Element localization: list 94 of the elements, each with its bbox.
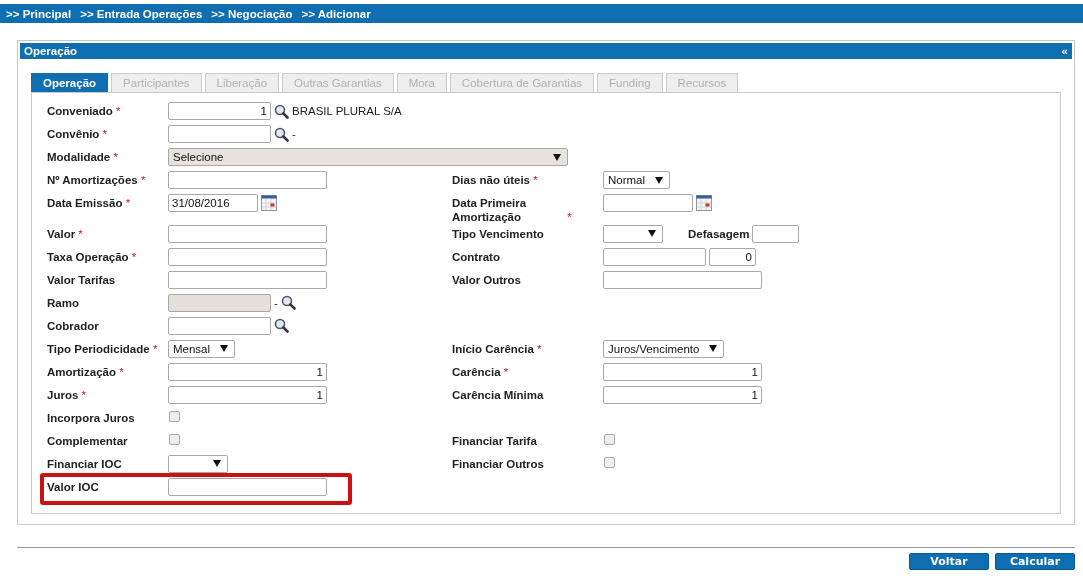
caret-icon — [220, 345, 229, 353]
field-label: Defasagem — [688, 227, 750, 240]
required-mark: * — [116, 105, 121, 117]
field-label: Data Emissão — [47, 197, 123, 211]
lookup-text: - — [292, 128, 296, 140]
lookup-text: - — [274, 296, 278, 309]
dropdown[interactable] — [168, 454, 228, 473]
input-field[interactable] — [168, 316, 271, 335]
checkbox[interactable] — [604, 433, 615, 445]
input-field[interactable]: 1 — [603, 385, 762, 404]
date-field[interactable]: 31/08/2016 — [168, 194, 258, 212]
required-mark: * — [567, 210, 572, 223]
field-label: Financiar IOC — [47, 457, 122, 472]
required-mark: * — [152, 342, 158, 355]
collapse-icon[interactable]: « — [1061, 45, 1068, 57]
dropdown[interactable] — [603, 224, 663, 243]
panel-title: Operação — [24, 45, 78, 57]
calendar-icon[interactable] — [261, 195, 277, 211]
checkbox[interactable] — [169, 433, 180, 445]
calendar-icon[interactable] — [696, 195, 712, 211]
search-icon[interactable] — [274, 103, 289, 119]
input-field[interactable]: 1 — [168, 102, 271, 120]
input-field[interactable] — [168, 171, 327, 189]
action-button[interactable]: Calcular — [995, 552, 1075, 570]
field-label: Amortização — [47, 365, 117, 380]
field-label: Convênio — [47, 128, 100, 142]
field-label: Início Carência — [452, 342, 534, 357]
field-label: Ramo — [47, 296, 79, 311]
required-mark: * — [537, 342, 542, 355]
tab[interactable]: Operação — [31, 73, 109, 92]
input-field[interactable] — [168, 125, 271, 143]
caret-icon — [655, 176, 664, 184]
dropdown[interactable]: Mensal — [168, 339, 236, 358]
field-label: Cobrador — [47, 319, 99, 334]
input-field[interactable]: 0 — [709, 247, 756, 266]
breadcrumb-link[interactable]: >> Principal — [6, 7, 72, 20]
field-label: Dias não úteis — [452, 174, 530, 188]
caret-icon — [648, 230, 656, 238]
input-field[interactable]: 1 — [168, 385, 327, 404]
required-mark: * — [533, 174, 538, 186]
checkbox[interactable] — [604, 456, 615, 468]
field-label: Complementar — [47, 434, 128, 449]
field-label: Financiar Tarifa — [452, 434, 537, 449]
field-label: Carência — [452, 365, 501, 380]
input-field[interactable]: 1 — [603, 362, 762, 381]
field-label: Valor Outros — [452, 273, 522, 288]
field-label: Valor Tarifas — [47, 273, 116, 288]
field-label: Modalidade — [47, 151, 111, 165]
input-field[interactable] — [168, 224, 327, 243]
field-label: Financiar Outros — [452, 457, 545, 472]
field-label: Valor — [47, 227, 76, 242]
input-field[interactable] — [168, 477, 327, 496]
checkbox[interactable] — [169, 410, 180, 422]
field-label: Juros — [47, 388, 79, 403]
input-field[interactable] — [168, 270, 327, 289]
search-icon[interactable] — [274, 318, 289, 334]
breadcrumb-link[interactable]: >> Adicionar — [301, 7, 371, 20]
field-label: Taxa Operação — [47, 250, 129, 265]
search-icon[interactable] — [274, 126, 289, 142]
input-field[interactable] — [752, 224, 800, 243]
field-label: Contrato — [452, 250, 500, 265]
dropdown[interactable]: Normal — [603, 171, 671, 189]
required-mark: * — [81, 388, 86, 401]
field-label: Carência Mínima — [452, 388, 544, 403]
caret-icon — [213, 460, 221, 468]
field-label: Conveniado — [47, 105, 113, 119]
dropdown[interactable]: Selecione — [168, 148, 568, 166]
field-label: Nº Amortizações — [47, 174, 138, 188]
required-mark: * — [119, 365, 124, 378]
caret-icon — [553, 153, 561, 161]
breadcrumb-link[interactable]: >> Entrada Operações — [80, 7, 203, 20]
input-field[interactable] — [603, 247, 706, 266]
action-button[interactable]: Voltar — [909, 552, 989, 570]
required-mark: * — [78, 227, 83, 240]
field-label: Incorpora Juros — [47, 411, 135, 426]
date-field[interactable] — [603, 194, 693, 212]
input-field[interactable] — [168, 247, 327, 266]
required-mark: * — [503, 365, 509, 378]
search-icon[interactable] — [280, 295, 296, 311]
required-mark: * — [125, 197, 131, 209]
field-label: Valor IOC — [47, 480, 99, 495]
input-field[interactable] — [603, 270, 762, 289]
field-label: Tipo Periodicidade — [47, 342, 150, 357]
caret-icon — [709, 345, 718, 353]
required-mark: * — [140, 174, 146, 186]
required-mark: * — [113, 151, 118, 163]
field-label: Tipo Vencimento — [452, 227, 544, 242]
input-field[interactable]: 1 — [168, 362, 327, 381]
dropdown[interactable]: Juros/Vencimento — [603, 339, 725, 358]
required-mark: * — [131, 250, 137, 263]
lookup-text: BRASIL PLURAL S/A — [292, 105, 402, 117]
field-label: Data Primeira Amortização — [452, 197, 528, 225]
breadcrumb-link[interactable]: >> Negociação — [211, 7, 293, 20]
required-mark: * — [102, 128, 108, 140]
